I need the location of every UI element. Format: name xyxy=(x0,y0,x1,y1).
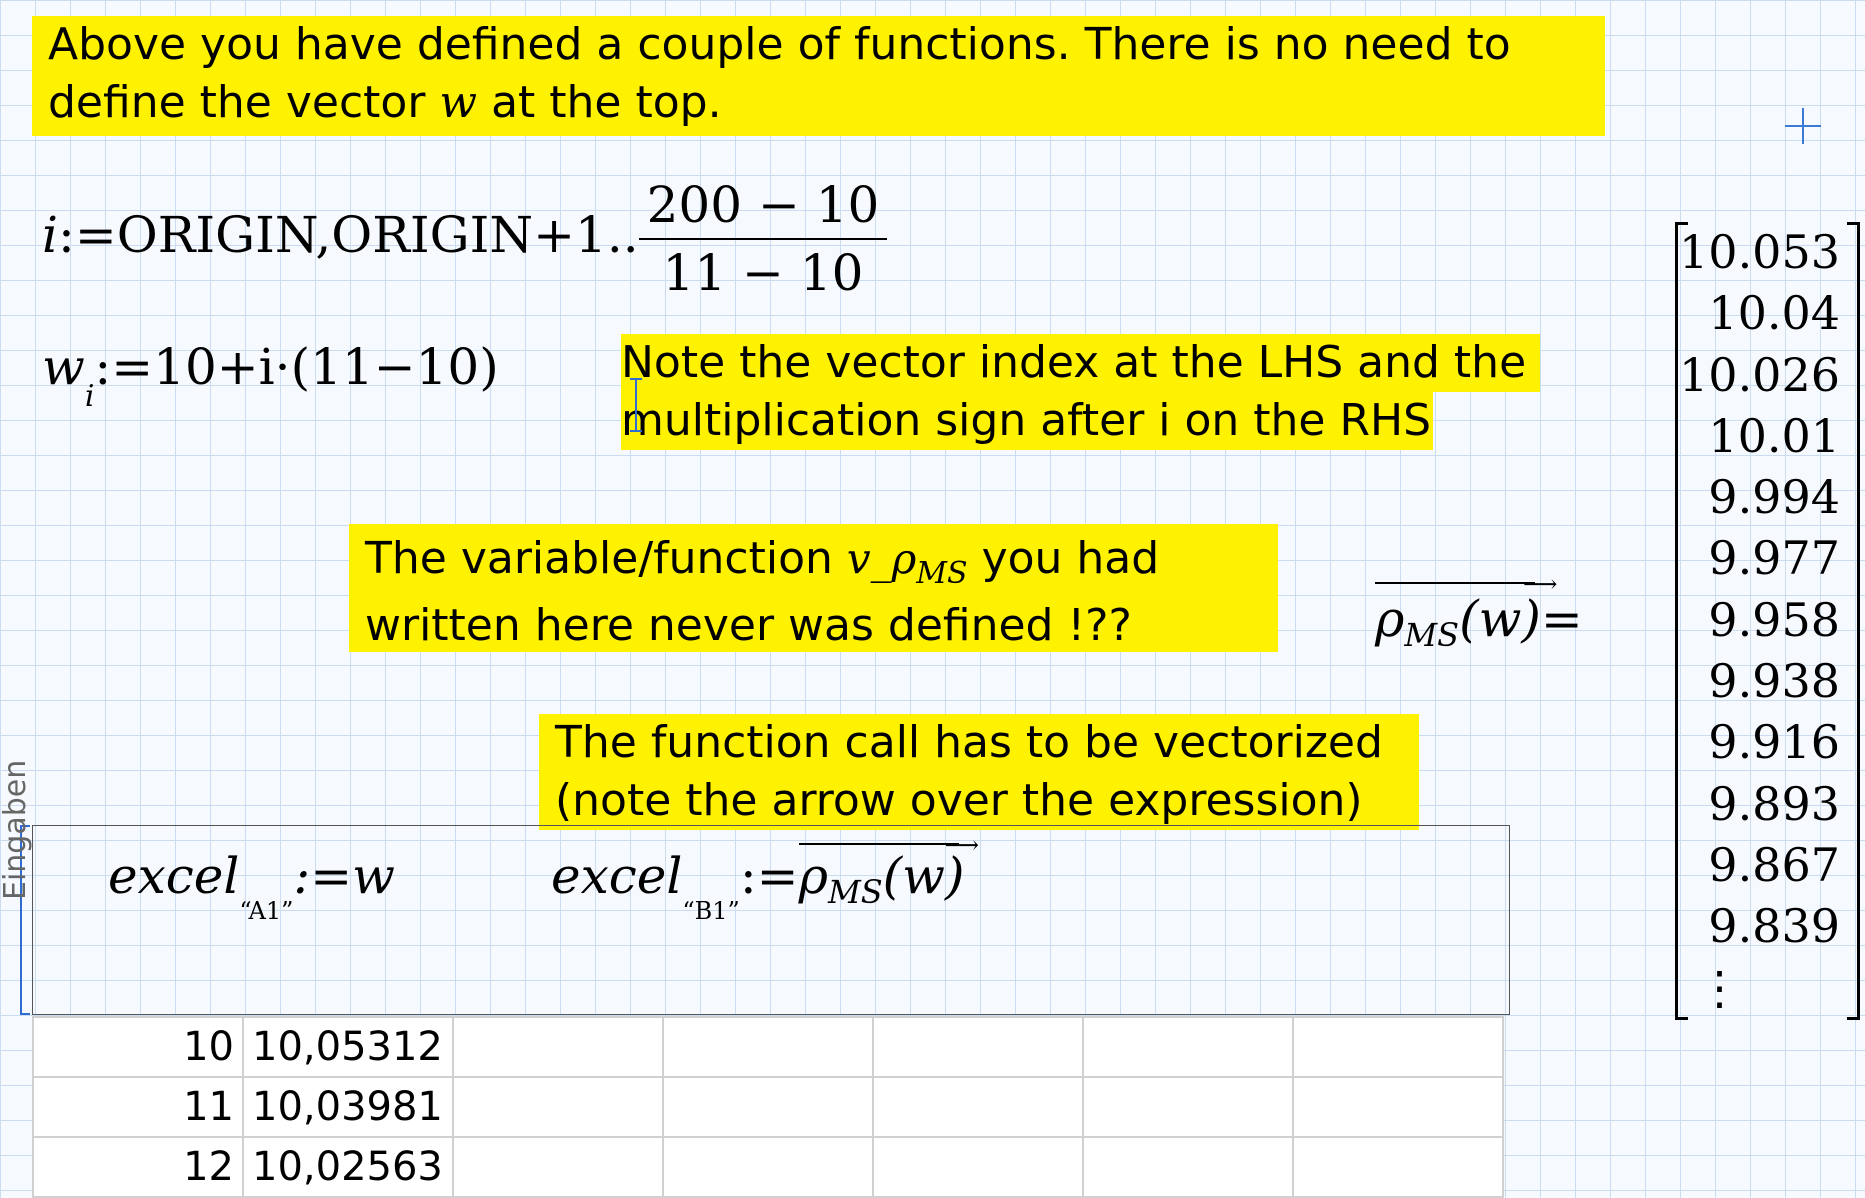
fraction-numerator: 200 − 10 xyxy=(638,172,888,240)
excel-var: excel xyxy=(108,847,240,905)
sheet-cell[interactable] xyxy=(1082,1016,1294,1078)
sheet-cell[interactable] xyxy=(1292,1016,1504,1078)
var-v-rho: v_ρ xyxy=(846,534,917,583)
vectorize-arrow xyxy=(1375,582,1535,584)
rho-symbol: ρ xyxy=(1375,590,1405,648)
sheet-cell[interactable]: 10,05312 xyxy=(242,1016,454,1078)
excel-input-b1[interactable]: excel“B1”:= ⟶ ρMS(w) xyxy=(551,831,979,925)
sheet-cell[interactable]: 11 xyxy=(32,1076,244,1138)
vectorize-arrow xyxy=(798,843,959,845)
region-label: Eingaben xyxy=(0,759,33,900)
vectorize-arrowhead-icon: ⟶ xyxy=(944,831,979,859)
w-var: w xyxy=(42,338,85,396)
vector-element: 9.867 xyxy=(1708,837,1840,892)
note-line: (note the arrow over the expression) xyxy=(555,775,1363,826)
note-vector-index[interactable]: Note the vector index at the LHS and the… xyxy=(619,334,1541,450)
sheet-cell[interactable] xyxy=(662,1136,874,1198)
sheet-cell[interactable] xyxy=(872,1016,1084,1078)
eval-equals: = xyxy=(1540,590,1583,648)
vectorize-arrowhead-icon: ⟶ xyxy=(1523,570,1558,598)
sheet-cell[interactable] xyxy=(1292,1136,1504,1198)
note-no-need-define-vector[interactable]: Above you have defined a couple of funct… xyxy=(32,16,1605,136)
note-line: define the vector w at the top. xyxy=(48,74,1605,132)
sheet-row: 10 10,05312 xyxy=(32,1016,1504,1078)
note-text: define the vector xyxy=(48,77,440,128)
sheet-cell[interactable] xyxy=(872,1076,1084,1138)
sheet-cell[interactable]: 12 xyxy=(32,1136,244,1198)
note-line: Note the vector index at the LHS and the xyxy=(621,334,1541,392)
excel-cell-ref: “A1” xyxy=(239,897,294,925)
vector-element: 10.026 xyxy=(1679,347,1840,402)
sheet-cell[interactable] xyxy=(1292,1076,1504,1138)
sheet-cell[interactable] xyxy=(1082,1136,1294,1198)
sheet-row: 11 10,03981 xyxy=(32,1076,1504,1138)
var-w: w xyxy=(439,77,478,128)
fraction-denominator: 11 − 10 xyxy=(662,244,864,302)
matrix-right-bracket xyxy=(1847,222,1860,1020)
sheet-cell[interactable] xyxy=(1082,1076,1294,1138)
sheet-cell[interactable] xyxy=(662,1016,874,1078)
vectorized-call: ⟶ ρMS(w) xyxy=(798,831,979,911)
range-fraction: 200 − 10 11 − 10 xyxy=(638,172,888,306)
note-line: multiplication sign after i on the RHS xyxy=(621,392,1434,450)
range-definition[interactable]: i:=ORIGIN,ORIGIN+1.. 200 − 10 11 − 10 xyxy=(42,172,888,306)
sheet-cell[interactable]: 10,02563 xyxy=(242,1136,454,1198)
sheet-cell[interactable] xyxy=(662,1076,874,1138)
excel-spreadsheet[interactable]: 10 10,05312 11 10,03981 12 10,02563 xyxy=(32,1016,1504,1198)
note-line: Above you have defined a couple of funct… xyxy=(48,19,1511,70)
text-cursor-icon xyxy=(630,378,642,432)
sheet-cell[interactable] xyxy=(452,1016,664,1078)
note-line: The variable/function v_ρMS you had xyxy=(365,528,1278,595)
vector-element: 10.053 xyxy=(1679,225,1840,279)
assign-op: := xyxy=(739,847,799,905)
rho-arg: (w) xyxy=(1459,590,1541,648)
sheet-cell[interactable] xyxy=(452,1076,664,1138)
excel-rhs: :=w xyxy=(293,847,395,905)
crosshair-cursor-icon xyxy=(1785,108,1821,144)
sheet-cell[interactable]: 10 xyxy=(32,1016,244,1078)
note-line: written here never was defined !?? xyxy=(365,600,1132,651)
note-line: The function call has to be vectorized xyxy=(555,717,1383,768)
vector-element: 9.977 xyxy=(1708,531,1840,586)
excel-input-a1[interactable]: excel“A1”:=w xyxy=(108,847,395,925)
vector-element: 9.958 xyxy=(1708,592,1840,647)
assign-op: := xyxy=(58,206,117,264)
range-start: ORIGIN,ORIGIN+1.. xyxy=(116,206,639,264)
vector-element: 9.994 xyxy=(1708,470,1840,525)
vector-element: 10.01 xyxy=(1708,408,1840,463)
var-v-rho-sub: MS xyxy=(916,556,968,591)
note-undefined-variable[interactable]: The variable/function v_ρMS you had writ… xyxy=(349,524,1278,652)
matrix-values: 10.053 10.04 10.026 10.01 9.994 9.977 9.958 9.9… xyxy=(1679,222,1840,1019)
result-expression[interactable]: ⟶ ρMS(w)= xyxy=(1375,570,1583,654)
vector-element: 9.893 xyxy=(1708,776,1840,831)
sheet-cell[interactable]: 10,03981 xyxy=(242,1076,454,1138)
vector-element: ⋮ xyxy=(1696,960,1743,1015)
vector-element: 9.839 xyxy=(1708,899,1840,954)
result-vector[interactable]: 10.053 10.04 10.026 10.01 9.994 9.977 9.958 9.9… xyxy=(1675,218,1860,1020)
range-var: i xyxy=(42,206,58,264)
note-vectorize[interactable]: The function call has to be vectorized (… xyxy=(539,714,1419,830)
w-rhs: :=10+i·(11−10) xyxy=(94,338,499,396)
excel-cell-ref: “B1” xyxy=(682,897,740,925)
note-text: you had xyxy=(967,533,1160,584)
w-index: i xyxy=(84,379,95,414)
rho-symbol: ρ xyxy=(798,847,828,905)
note-text: at the top. xyxy=(477,77,722,128)
rho-sub: MS xyxy=(827,873,883,911)
vector-element: 9.916 xyxy=(1708,715,1840,770)
sheet-row: 12 10,02563 xyxy=(32,1136,1504,1198)
excel-var: excel xyxy=(551,847,683,905)
w-definition[interactable]: wi:=10+i·(11−10) xyxy=(42,338,499,414)
vector-element: 9.938 xyxy=(1708,654,1840,709)
sheet-cell[interactable] xyxy=(872,1136,1084,1198)
note-text: The variable/function xyxy=(365,533,847,584)
rho-sub: MS xyxy=(1404,616,1460,654)
vector-element: 10.04 xyxy=(1708,286,1840,341)
sheet-cell[interactable] xyxy=(452,1136,664,1198)
